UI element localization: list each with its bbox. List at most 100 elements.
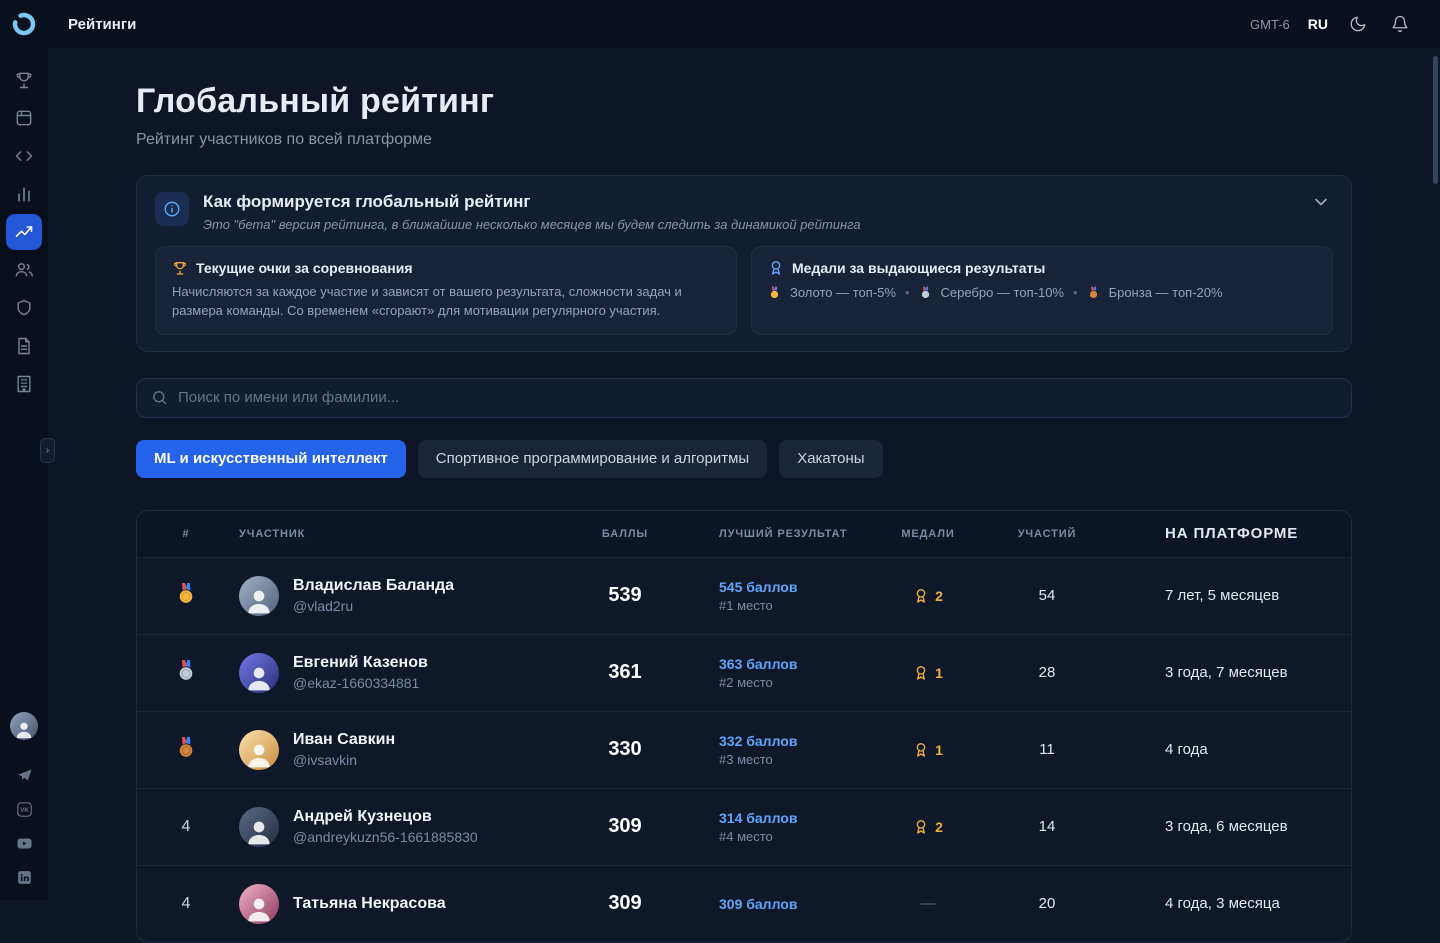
trophy-icon — [14, 70, 34, 90]
person-icon — [13, 718, 35, 740]
box-icon — [14, 108, 34, 128]
table-header: # Участник Баллы Лучший результат Медали… — [137, 511, 1351, 557]
best-score[interactable]: 332 баллов — [719, 733, 871, 749]
search-input[interactable] — [178, 389, 1337, 406]
rating-info-card: Как формируется глобальный рейтинг Это "… — [136, 175, 1352, 352]
sidebar-item-docs[interactable] — [6, 328, 42, 364]
best-score[interactable]: 314 баллов — [719, 810, 871, 826]
gold-medal-icon — [176, 582, 196, 604]
medals-card-title: Медали за выдающиеся результаты — [792, 260, 1045, 276]
bronze-medal-icon — [176, 736, 196, 758]
medal-count: 1 — [935, 665, 943, 681]
avatar — [239, 576, 279, 616]
main-content: Глобальный рейтинг Рейтинг участников по… — [48, 48, 1440, 900]
chevron-down-icon — [1311, 192, 1331, 212]
header-medals: Медали — [871, 528, 985, 540]
sidebar-item-code[interactable] — [6, 138, 42, 174]
silver-medal-icon — [919, 286, 932, 299]
header-participant: Участник — [215, 528, 571, 540]
best-score[interactable]: 545 баллов — [719, 579, 871, 595]
notifications-button[interactable] — [1388, 12, 1412, 36]
sidebar-item-analytics[interactable] — [6, 176, 42, 212]
header-best-result: Лучший результат — [679, 528, 871, 540]
tab-sport-programming[interactable]: Спортивное программирование и алгоритмы — [418, 440, 767, 478]
table-row[interactable]: Евгений Казенов @ekaz-1660334881 361 363… — [137, 634, 1351, 711]
best-place: #1 место — [719, 598, 871, 613]
vk-icon: VK — [16, 801, 33, 818]
points-value: 309 — [571, 815, 679, 838]
award-icon — [913, 742, 929, 758]
vk-link[interactable]: VK — [13, 798, 35, 820]
bronze-rule-label: Бронза — топ-20% — [1109, 285, 1223, 300]
info-card-title: Как формируется глобальный рейтинг — [203, 192, 861, 212]
tab-hackathons[interactable]: Хакатоны — [779, 440, 882, 478]
silver-rule-label: Серебро — топ-10% — [941, 285, 1065, 300]
telegram-icon — [16, 767, 33, 784]
telegram-link[interactable] — [13, 764, 35, 786]
person-icon — [243, 892, 275, 924]
sidebar-item-organizations[interactable] — [6, 366, 42, 402]
avatar — [239, 884, 279, 924]
theme-toggle-button[interactable] — [1346, 12, 1370, 36]
best-place: #3 место — [719, 752, 871, 767]
tab-ml[interactable]: ML и искусственный интеллект — [136, 440, 406, 478]
sidebar: VK — [0, 48, 48, 900]
person-icon — [243, 584, 275, 616]
timezone-label: GMT-6 — [1250, 17, 1290, 32]
logo-icon — [11, 11, 37, 37]
medal-count: 1 — [935, 742, 943, 758]
search-bar — [136, 378, 1352, 418]
table-row[interactable]: Иван Савкин @ivsavkin 330 332 баллов #3 … — [137, 711, 1351, 788]
youtube-link[interactable] — [13, 832, 35, 854]
best-score[interactable]: 309 баллов — [719, 896, 871, 912]
bell-icon — [1391, 15, 1409, 33]
trending-up-icon — [14, 222, 34, 242]
on-platform-duration: 3 года, 6 месяцев — [1109, 818, 1331, 835]
award-icon — [913, 819, 929, 835]
collapse-info-button[interactable] — [1311, 192, 1333, 214]
points-card-text: Начисляются за каждое участие и зависят … — [172, 283, 720, 321]
best-place: #4 место — [719, 829, 871, 844]
sidebar-item-security[interactable] — [6, 290, 42, 326]
vertical-scrollbar[interactable] — [1433, 56, 1438, 184]
participant-name: Иван Савкин — [293, 731, 395, 749]
shield-icon — [14, 298, 34, 318]
sidebar-item-competitions[interactable] — [6, 62, 42, 98]
language-switcher[interactable]: RU — [1308, 16, 1328, 32]
linkedin-link[interactable] — [13, 866, 35, 888]
award-icon — [768, 260, 784, 276]
no-medals-dash: — — [921, 895, 936, 912]
gold-medal-icon — [768, 286, 781, 299]
table-row[interactable]: 4 Андрей Кузнецов @andreykuzn56-16618858… — [137, 788, 1351, 865]
participant-username: @vlad2ru — [293, 598, 454, 614]
sidebar-item-community[interactable] — [6, 252, 42, 288]
avatar — [239, 653, 279, 693]
header-points: Баллы — [571, 528, 679, 540]
participant-username: @andreykuzn56-1661885830 — [293, 829, 478, 845]
sidebar-expand-button[interactable]: › — [40, 438, 55, 463]
participations-count: 28 — [985, 664, 1109, 681]
moon-icon — [1349, 15, 1367, 33]
header-participations: Участий — [985, 528, 1109, 540]
topbar: Рейтинги GMT-6 RU — [0, 0, 1440, 48]
award-icon — [913, 665, 929, 681]
points-explainer-card: Текущие очки за соревнования Начисляются… — [155, 246, 737, 335]
app-logo[interactable] — [0, 11, 48, 37]
participant-name: Татьяна Некрасова — [293, 895, 446, 913]
participations-count: 14 — [985, 818, 1109, 835]
on-platform-duration: 4 года — [1109, 741, 1331, 758]
table-row[interactable]: 4 Татьяна Некрасова 309 309 баллов — 20 … — [137, 865, 1351, 942]
sidebar-item-rating[interactable] — [6, 214, 42, 250]
category-tabs: ML и искусственный интеллект Спортивное … — [136, 440, 1352, 478]
points-value: 361 — [571, 661, 679, 684]
page-title: Глобальный рейтинг — [136, 82, 1352, 121]
page-breadcrumb: Рейтинги — [68, 16, 136, 33]
profile-avatar[interactable] — [10, 712, 38, 740]
medals-explainer-card: Медали за выдающиеся результаты Золото —… — [751, 246, 1333, 335]
best-score[interactable]: 363 баллов — [719, 656, 871, 672]
person-icon — [243, 815, 275, 847]
sidebar-item-projects[interactable] — [6, 100, 42, 136]
building-icon — [14, 374, 34, 394]
table-row[interactable]: Владислав Баланда @vlad2ru 539 545 балло… — [137, 557, 1351, 634]
participant-username: @ekaz-1660334881 — [293, 675, 428, 691]
